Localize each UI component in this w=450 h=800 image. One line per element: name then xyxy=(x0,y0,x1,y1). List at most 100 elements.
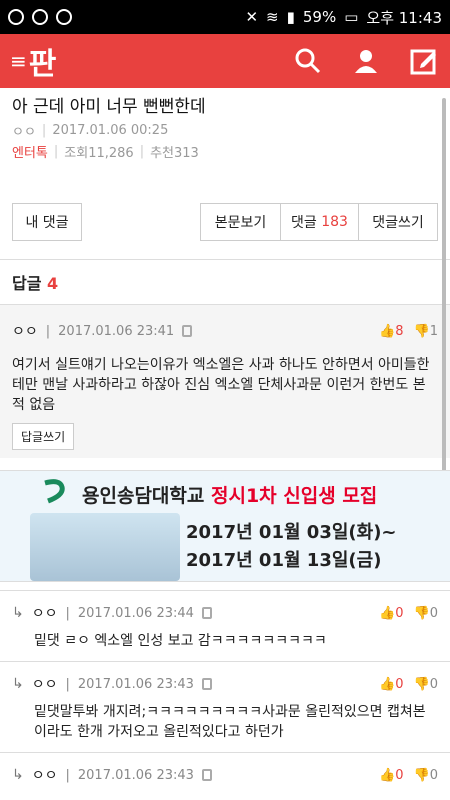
like-button[interactable]: 👍8 xyxy=(379,324,403,339)
subcomment-item: ↳ ㅇㅇ | 2017.01.06 23:43 👍0 👎0 xyxy=(0,752,450,795)
menu-icon[interactable]: ≡ xyxy=(10,49,27,73)
my-comments-button[interactable]: 내 댓글 xyxy=(12,203,82,241)
view-post-button[interactable]: 본문보기 xyxy=(200,203,280,241)
separator: | xyxy=(45,323,51,339)
tab-group: 본문보기 댓글 183 댓글쓰기 xyxy=(200,203,438,241)
user-icon xyxy=(355,50,377,73)
ad-building-image xyxy=(30,513,180,581)
replies-count: 4 xyxy=(47,274,59,293)
subcomment-item: ↳ ㅇㅇ | 2017.01.06 23:44 👍0 👎0 밑댓 ㄹㅇ 엑소엘 … xyxy=(0,590,450,661)
comment-date: 2017.01.06 23:41 xyxy=(58,323,175,339)
notification-icon xyxy=(32,9,48,25)
dislike-count: 0 xyxy=(429,767,438,783)
signal-icon: ▮ xyxy=(286,8,295,26)
like-count: 8 xyxy=(395,323,404,339)
thumbs-up-icon: 👍 xyxy=(379,676,396,692)
school-logo-icon xyxy=(44,479,65,504)
comment-item: ㅇㅇ | 2017.01.06 23:41 👍8 👎1 여기서 실트얘기 나오는… xyxy=(0,304,450,458)
scrollbar[interactable] xyxy=(442,98,446,518)
dislike-count: 0 xyxy=(429,605,438,621)
post-category[interactable]: 엔터톡 xyxy=(12,142,48,161)
lock-icon xyxy=(201,678,212,690)
status-right: ✕ ≋ ▮ 59% ▭ 오후 11:43 xyxy=(245,7,442,28)
subcomment-author[interactable]: ㅇㅇ xyxy=(32,603,58,623)
comment-toolbar: 내 댓글 본문보기 댓글 183 댓글쓰기 xyxy=(0,161,450,241)
like-button[interactable]: 👍0 xyxy=(379,606,403,621)
like-count: 0 xyxy=(395,676,404,692)
lock-icon xyxy=(201,769,212,781)
subcomment-date: 2017.01.06 23:44 xyxy=(77,605,194,621)
subcomment-date: 2017.01.06 23:43 xyxy=(77,676,194,692)
subcomment-meta: ↳ ㅇㅇ | 2017.01.06 23:44 👍0 👎0 xyxy=(12,603,438,623)
profile-button[interactable] xyxy=(350,45,382,77)
reply-arrow-icon: ↳ xyxy=(12,676,24,692)
ad-headline: 정시1차 신입생 모집 xyxy=(211,485,378,507)
battery-percent: 59% xyxy=(302,8,337,26)
ad-title: 용인송담대학교 정시1차 신입생 모집 xyxy=(82,481,377,508)
ad-banner[interactable]: 용인송담대학교 정시1차 신입생 모집 2017년 01월 03일(화)~ 20… xyxy=(0,470,450,582)
thumbs-up-icon: 👍 xyxy=(379,605,396,621)
separator: | xyxy=(53,144,59,159)
post-stats: 엔터톡 | 조회11,286 | 추천313 xyxy=(12,142,438,161)
replies-header: 답글 4 xyxy=(0,260,450,304)
notification-icon xyxy=(8,9,24,25)
clock: 오후 11:43 xyxy=(366,8,442,27)
subcomment-author[interactable]: ㅇㅇ xyxy=(32,765,58,785)
lock-icon xyxy=(182,325,193,337)
reply-button[interactable]: 답글쓰기 xyxy=(12,423,75,450)
thumbs-down-icon: 👎 xyxy=(413,605,430,621)
post-recommend: 추천313 xyxy=(150,146,199,161)
comments-tab[interactable]: 댓글 183 xyxy=(280,203,358,241)
reply-arrow-icon: ↳ xyxy=(12,605,24,621)
post-meta: ㅇㅇ | 2017.01.06 00:25 xyxy=(12,121,438,140)
post-date: 2017.01.06 00:25 xyxy=(52,123,169,138)
comments-count: 183 xyxy=(321,214,348,230)
like-button[interactable]: 👍0 xyxy=(379,768,403,783)
separator: | xyxy=(139,144,145,159)
dislike-button[interactable]: 👎0 xyxy=(414,677,438,692)
comment-votes: 👍8 👎1 xyxy=(379,324,438,339)
post-header: 아 근데 아미 너무 뻔뻔한데 ㅇㅇ | 2017.01.06 00:25 엔터… xyxy=(0,88,450,161)
comment-author[interactable]: ㅇㅇ xyxy=(12,321,38,341)
dislike-button[interactable]: 👎0 xyxy=(414,606,438,621)
content[interactable]: 아 근데 아미 너무 뻔뻔한데 ㅇㅇ | 2017.01.06 00:25 엔터… xyxy=(0,88,450,800)
subcomment-item: ↳ ㅇㅇ | 2017.01.06 23:43 👍0 👎0 밑댓말투봐 개지려;… xyxy=(0,661,450,752)
battery-icon: ▭ xyxy=(344,8,359,26)
ad-line-1: 2017년 01월 03일(화)~ xyxy=(186,522,397,543)
subcomment-date: 2017.01.06 23:43 xyxy=(77,767,194,783)
subcomment-body: 밑댓말투봐 개지려;ㅋㅋㅋㅋㅋㅋㅋㅋㅋ사과문 올린적있으면 캡쳐본이라도 한개 … xyxy=(34,704,426,740)
subcomment-author[interactable]: ㅇㅇ xyxy=(32,674,58,694)
write-comment-button[interactable]: 댓글쓰기 xyxy=(358,203,438,241)
app-bar: ≡ 판 xyxy=(0,34,450,88)
separator: | xyxy=(65,767,70,783)
edit-icon xyxy=(410,49,436,75)
thumbs-down-icon: 👎 xyxy=(413,323,430,339)
comments-tab-label: 댓글 xyxy=(291,215,317,231)
thumbs-up-icon: 👍 xyxy=(379,323,396,339)
dislike-button[interactable]: 👎1 xyxy=(414,324,438,339)
subcomment-meta: ↳ ㅇㅇ | 2017.01.06 23:43 👍0 👎0 xyxy=(12,765,438,785)
comment-body: 여기서 실트얘기 나오는이유가 엑소엘은 사과 하나도 안하면서 아미들한테만 … xyxy=(12,357,430,413)
thumbs-up-icon: 👍 xyxy=(379,767,396,783)
comment-meta: ㅇㅇ | 2017.01.06 23:41 👍8 👎1 xyxy=(12,321,438,341)
replies-label: 답글 xyxy=(12,274,42,293)
like-button[interactable]: 👍0 xyxy=(379,677,403,692)
like-count: 0 xyxy=(395,605,404,621)
app-logo[interactable]: 판 xyxy=(29,39,57,83)
separator: | xyxy=(65,676,70,692)
wifi-icon: ≋ xyxy=(266,8,279,26)
notification-icon xyxy=(56,9,72,25)
subcomment-votes: 👍0 👎0 xyxy=(379,606,438,621)
dislike-button[interactable]: 👎0 xyxy=(414,768,438,783)
ad-school: 용인송담대학교 xyxy=(82,485,205,507)
ad-dates: 2017년 01월 03일(화)~ 2017년 01월 13일(금) xyxy=(186,519,397,575)
dislike-count: 1 xyxy=(429,323,438,339)
search-button[interactable] xyxy=(292,45,324,77)
separator: | xyxy=(65,605,70,621)
lock-icon xyxy=(201,607,212,619)
write-button[interactable] xyxy=(408,45,440,77)
status-left xyxy=(8,9,72,25)
dislike-count: 0 xyxy=(429,676,438,692)
post-author[interactable]: ㅇㅇ xyxy=(12,121,36,140)
subcomment-meta: ↳ ㅇㅇ | 2017.01.06 23:43 👍0 👎0 xyxy=(12,674,438,694)
